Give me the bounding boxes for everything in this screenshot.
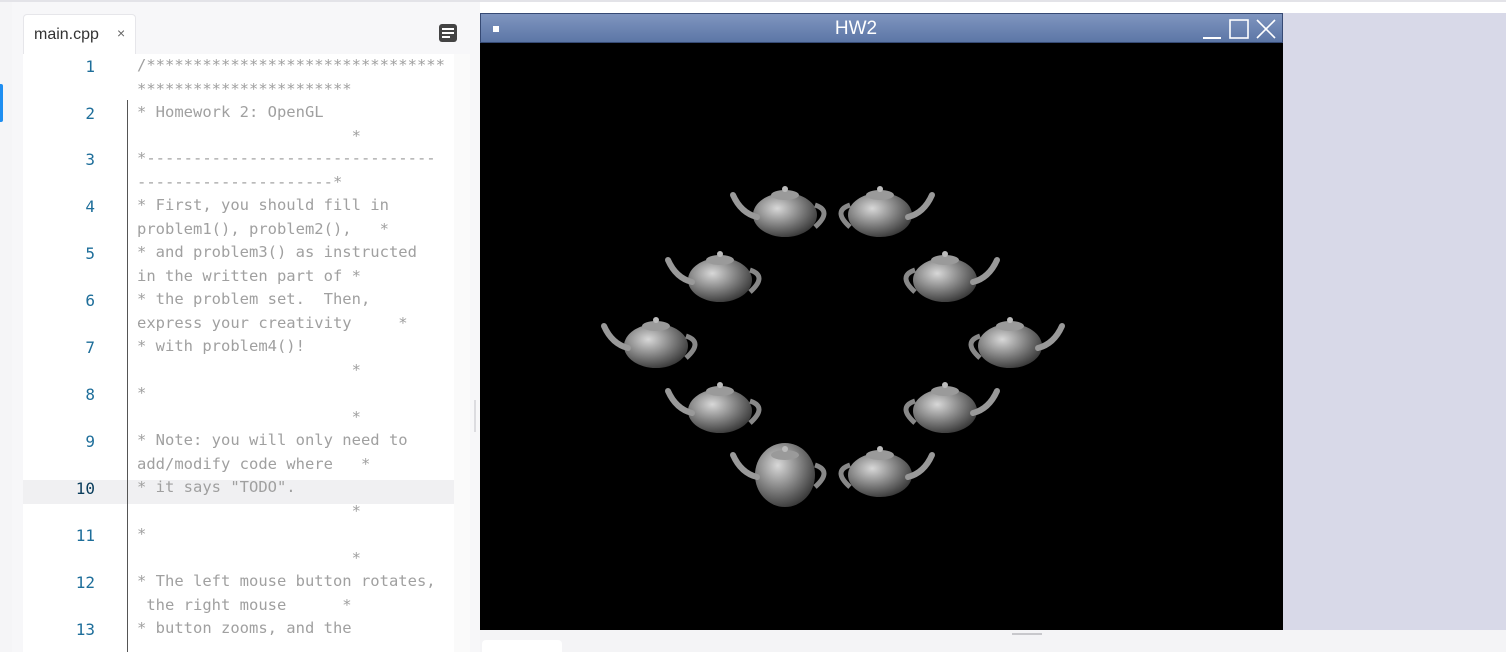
teapot xyxy=(601,317,698,368)
code-line[interactable]: * button zooms, and the xyxy=(137,617,449,641)
line-number: 1 xyxy=(85,57,95,76)
teapot xyxy=(665,382,762,433)
line-number: 3 xyxy=(85,150,95,169)
teapot xyxy=(838,186,935,237)
activity-indicator[interactable] xyxy=(0,84,3,122)
line-number: 2 xyxy=(85,104,95,123)
line-number: 9 xyxy=(85,432,95,451)
line-number: 5 xyxy=(85,244,95,263)
line-number: 11 xyxy=(75,526,95,545)
right-panel xyxy=(1283,13,1506,630)
code-line[interactable]: * and problem3() as instructed in the wr… xyxy=(137,241,449,288)
opengl-window: HW2 xyxy=(480,13,1283,630)
code-line[interactable]: * First, you should fill in problem1(), … xyxy=(137,194,449,241)
tab-title: main.cpp xyxy=(34,26,99,43)
teapot xyxy=(730,186,827,237)
line-number: 10 xyxy=(75,479,95,498)
teapot xyxy=(665,251,762,302)
window-titlebar[interactable]: HW2 xyxy=(480,13,1283,43)
indent-guide xyxy=(127,100,128,652)
line-number: 4 xyxy=(85,197,95,216)
maximize-icon[interactable] xyxy=(1228,18,1250,40)
line-number: 7 xyxy=(85,338,95,357)
minimize-icon[interactable] xyxy=(1201,18,1223,40)
teapot xyxy=(730,443,827,507)
tab-close-icon[interactable]: × xyxy=(117,25,125,41)
bottom-resize-handle[interactable] xyxy=(1012,633,1042,635)
close-icon[interactable] xyxy=(1255,18,1277,40)
code-line[interactable]: * The left mouse button rotates, the rig… xyxy=(137,570,449,617)
code-line[interactable]: *------------------------------- -------… xyxy=(137,147,449,194)
editor-scrollbar[interactable] xyxy=(454,54,470,652)
code-line[interactable]: * with problem4()! * xyxy=(137,335,449,382)
code-line[interactable]: * it says "TODO". * xyxy=(137,476,449,523)
bottom-panel xyxy=(480,630,1506,652)
code-line[interactable]: * the problem set. Then, express your cr… xyxy=(137,288,449,335)
code-line[interactable]: * * xyxy=(137,523,449,570)
code-line[interactable]: /******************************** ******… xyxy=(137,54,449,101)
code-line[interactable]: * Homework 2: OpenGL * xyxy=(137,101,449,148)
window-title: HW2 xyxy=(834,18,878,39)
outline-icon[interactable] xyxy=(438,23,458,43)
tab-main-cpp[interactable]: main.cpp × xyxy=(23,14,136,54)
line-number: 13 xyxy=(75,620,95,639)
split-resize-handle[interactable] xyxy=(474,400,476,432)
bottom-tab[interactable] xyxy=(482,640,562,652)
code-line[interactable]: * * xyxy=(137,382,449,429)
line-number: 8 xyxy=(85,385,95,404)
teapot xyxy=(903,251,1000,302)
code-line[interactable]: * Note: you will only need to add/modify… xyxy=(137,429,449,476)
render-viewport[interactable] xyxy=(480,43,1283,630)
teapot xyxy=(838,446,935,497)
code-editor[interactable]: 1 /******************************** *****… xyxy=(23,54,455,652)
teapot xyxy=(968,317,1065,368)
line-number: 12 xyxy=(75,573,95,592)
teapot xyxy=(903,382,1000,433)
line-number: 6 xyxy=(85,291,95,310)
